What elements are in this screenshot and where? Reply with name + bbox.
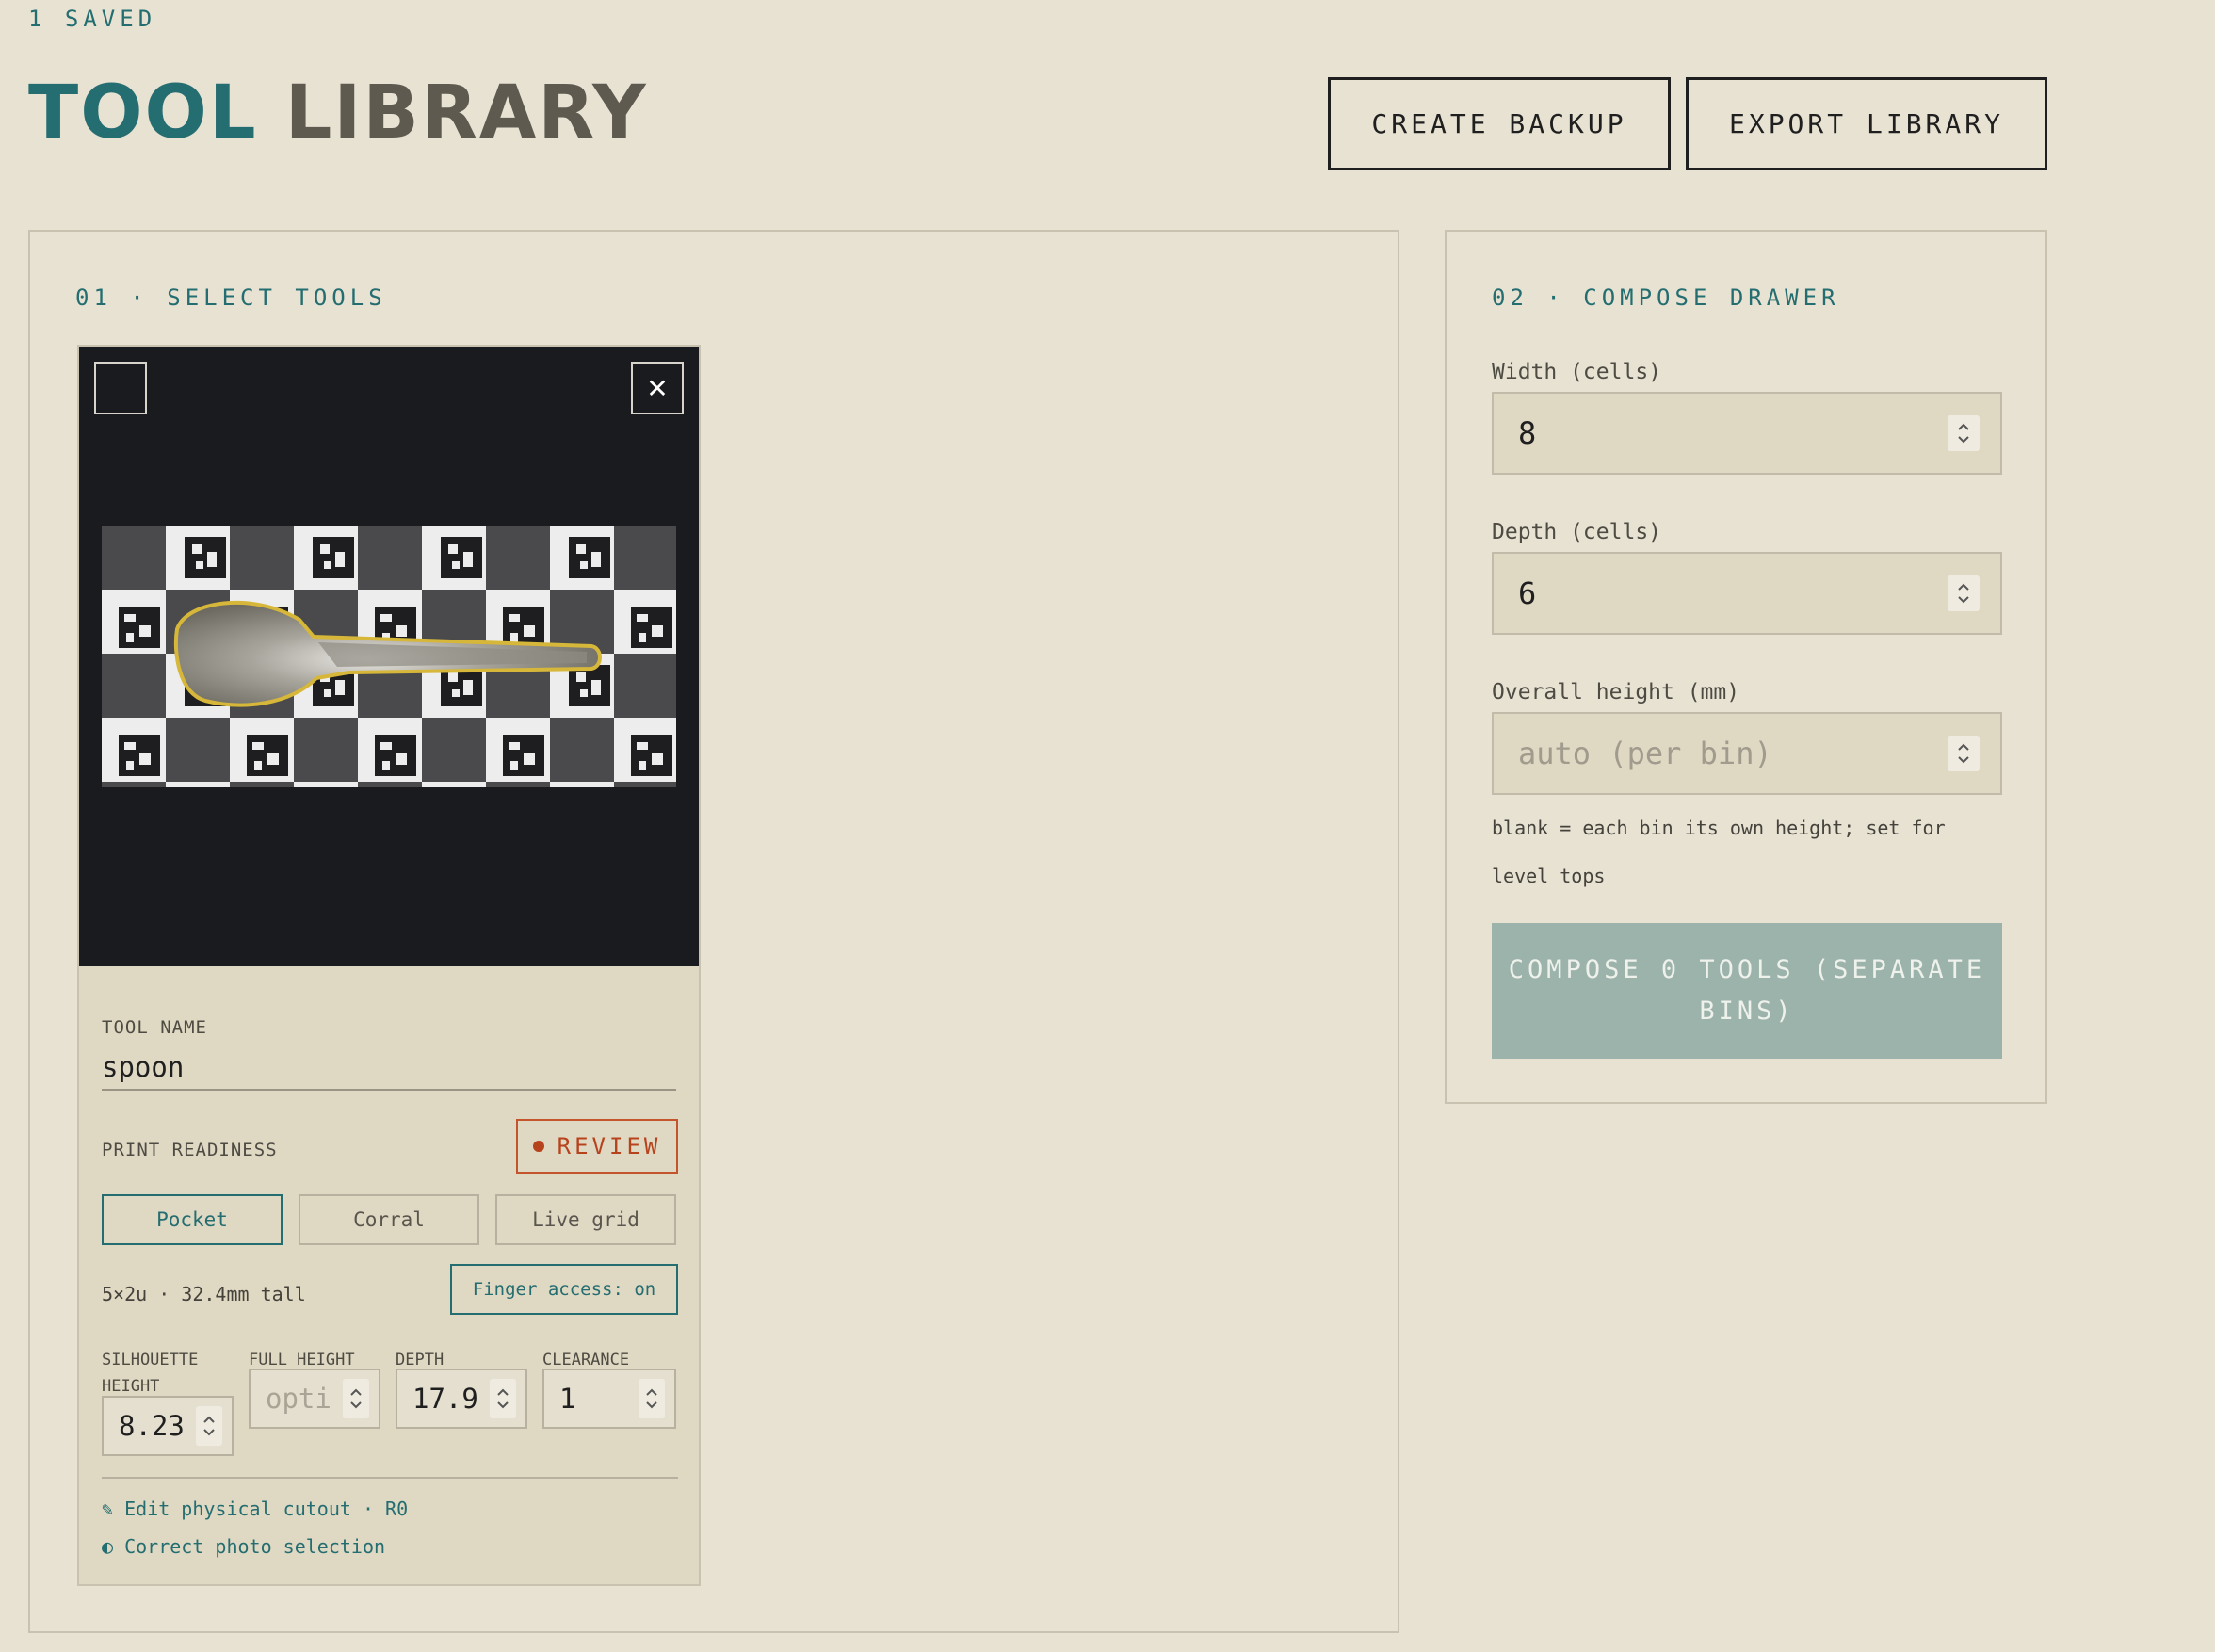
tool-image-area: ✕ [79,347,699,966]
silhouette-height-value: 8.23 [119,1410,185,1442]
spinner-icon[interactable] [490,1379,516,1418]
overall-height-input[interactable]: auto (per bin) [1492,712,2002,795]
remove-tool-button[interactable]: ✕ [631,362,684,414]
mode-live-grid-button[interactable]: Live grid [495,1194,676,1245]
tool-size-info: 5×2u · 32.4mm tall [102,1283,306,1305]
select-tools-panel: 01 · SELECT TOOLS ✕ TOOL NAME spoon PRIN… [28,230,1399,1633]
compose-drawer-title: 02 · COMPOSE DRAWER [1492,284,1840,311]
edit-cutout-link[interactable]: ✎ Edit physical cutout · R0 [102,1498,408,1520]
width-cells-input[interactable]: 8 [1492,392,2002,475]
silhouette-height-input[interactable]: 8.23 [102,1396,234,1456]
correct-photo-link[interactable]: ◐ Correct photo selection [102,1535,385,1558]
spinner-icon[interactable] [343,1379,369,1418]
full-height-input[interactable]: opti [249,1369,380,1429]
export-library-button[interactable]: EXPORT LIBRARY [1686,77,2047,170]
create-backup-button[interactable]: CREATE BACKUP [1328,77,1671,170]
page-title: TOOL LIBRARY [28,68,648,158]
depth-cells-value: 6 [1518,575,1537,611]
depth-cells-input[interactable]: 6 [1492,552,2002,635]
mode-pocket-button[interactable]: Pocket [102,1194,283,1245]
spinner-icon[interactable] [1948,575,1980,611]
compose-tools-button[interactable]: COMPOSE 0 TOOLS (SEPARATE BINS) [1492,923,2002,1059]
select-tools-title: 01 · SELECT TOOLS [75,284,387,311]
spinner-icon[interactable] [1948,736,1980,771]
tool-name-input[interactable] [102,1045,676,1091]
width-cells-value: 8 [1518,415,1537,451]
spinner-icon[interactable] [639,1379,665,1418]
overall-height-label: Overall height (mm) [1492,680,1740,705]
overall-height-placeholder: auto (per bin) [1518,736,1772,771]
silhouette-height-label: SILHOUETTE HEIGHT [102,1351,199,1396]
status-dot-icon [532,1141,544,1152]
tool-name-label: TOOL NAME [102,1017,207,1038]
card-divider [102,1477,678,1479]
depth-value: 17.9 [412,1383,478,1415]
clearance-value: 1 [559,1383,576,1415]
full-height-placeholder: opti [266,1383,331,1415]
spinner-icon[interactable] [1948,415,1980,451]
clearance-input[interactable]: 1 [542,1369,676,1429]
tool-card: ✕ TOOL NAME spoon PRINT READINESS REVIEW… [77,345,701,1586]
depth-input[interactable]: 17.9 [396,1369,527,1429]
tool-select-checkbox[interactable] [94,362,147,414]
print-readiness-label: PRINT READINESS [102,1140,278,1160]
page-title-part1: TOOL [28,71,258,155]
finger-access-toggle[interactable]: Finger access: on [450,1264,678,1315]
mode-corral-button[interactable]: Corral [299,1194,479,1245]
saved-status: 1 SAVED [28,6,157,32]
review-status-badge: REVIEW [516,1119,678,1174]
width-cells-label: Width (cells) [1492,360,1662,384]
page-title-part2: LIBRARY [284,71,648,155]
overall-height-hint: blank = each bin its own height; set for… [1492,817,1946,887]
compose-drawer-panel: 02 · COMPOSE DRAWER Width (cells) 8 Dept… [1445,230,2047,1104]
tool-photo [102,526,676,787]
review-status-text: REVIEW [557,1133,662,1159]
spinner-icon[interactable] [196,1406,222,1446]
depth-cells-label: Depth (cells) [1492,520,1662,544]
